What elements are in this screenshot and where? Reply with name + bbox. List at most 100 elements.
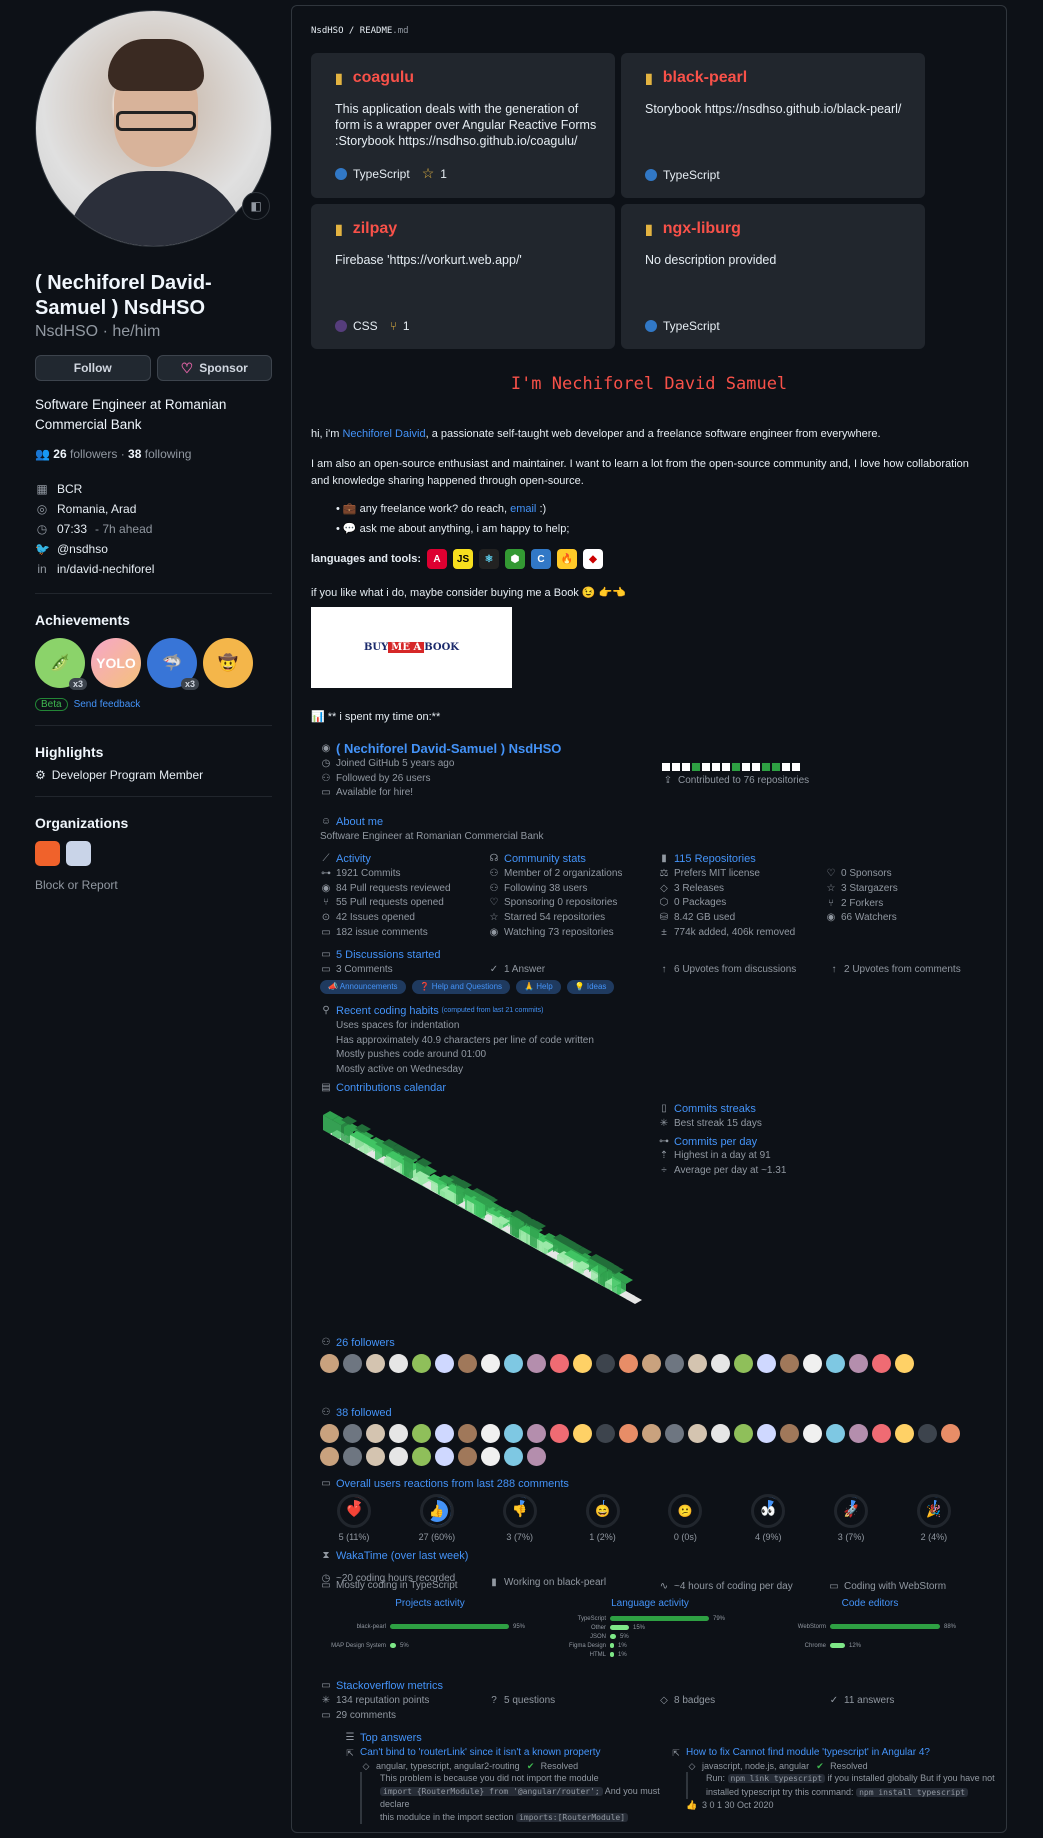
user-avatar[interactable] (872, 1354, 891, 1373)
javascript-icon[interactable]: JS (453, 549, 474, 569)
user-avatar[interactable] (343, 1354, 362, 1373)
user-avatar[interactable] (619, 1424, 638, 1443)
user-avatar[interactable] (619, 1354, 638, 1373)
quickdraw-badge[interactable]: 🤠 (203, 638, 253, 688)
user-avatar[interactable] (757, 1424, 776, 1443)
user-avatar[interactable] (504, 1447, 523, 1466)
block-or-report-link[interactable]: Block or Report (35, 878, 272, 892)
user-avatar[interactable] (711, 1354, 730, 1373)
following-count[interactable]: 38 (128, 447, 141, 461)
followers-label[interactable]: followers (70, 447, 117, 461)
pinned-repo-ngx-liburg[interactable]: ▮ ngx-liburg No description provided Type… (621, 204, 925, 349)
followers-count[interactable]: 26 (53, 447, 66, 461)
user-avatar[interactable] (803, 1354, 822, 1373)
user-avatar[interactable] (458, 1424, 477, 1443)
user-avatar[interactable] (320, 1447, 339, 1466)
user-avatar[interactable] (366, 1447, 385, 1466)
pair-extraordinaire-badge[interactable]: 🫛 x3 (35, 638, 87, 690)
user-avatar[interactable] (458, 1447, 477, 1466)
user-avatar[interactable] (389, 1354, 408, 1373)
answer-title[interactable]: How to fix Cannot find module 'typescrip… (686, 1747, 930, 1760)
avatar[interactable] (35, 10, 272, 247)
achievements-title[interactable]: Achievements (35, 612, 272, 628)
followed-title[interactable]: 38 followed (336, 1406, 392, 1421)
user-avatar[interactable] (642, 1354, 661, 1373)
user-avatar[interactable] (665, 1354, 684, 1373)
user-avatar[interactable] (918, 1424, 937, 1443)
user-avatar[interactable] (849, 1354, 868, 1373)
discussion-tag[interactable]: 📣 Announcements (320, 979, 406, 995)
org-avatar-2[interactable] (66, 841, 91, 866)
user-avatar[interactable] (481, 1354, 500, 1373)
user-avatar[interactable] (780, 1354, 799, 1373)
user-avatar[interactable] (573, 1424, 592, 1443)
user-avatar[interactable] (320, 1354, 339, 1373)
user-avatar[interactable] (389, 1447, 408, 1466)
user-avatar[interactable] (527, 1447, 546, 1466)
yolo-badge[interactable]: YOLO (91, 638, 141, 688)
user-avatar[interactable] (872, 1424, 891, 1443)
user-avatar[interactable] (895, 1354, 914, 1373)
user-avatar[interactable] (366, 1354, 385, 1373)
following-label[interactable]: following (145, 447, 192, 461)
extra-tool-icon[interactable]: ◆ (583, 549, 604, 569)
react-icon[interactable]: ⚛ (479, 549, 500, 569)
user-avatar[interactable] (435, 1447, 454, 1466)
user-avatar[interactable] (389, 1424, 408, 1443)
crumb-file[interactable]: README (360, 26, 393, 36)
org-avatar-1[interactable] (35, 841, 60, 866)
user-avatar[interactable] (849, 1424, 868, 1443)
user-avatar[interactable] (435, 1354, 454, 1373)
user-avatar[interactable] (573, 1354, 592, 1373)
user-avatar[interactable] (734, 1354, 753, 1373)
user-avatar[interactable] (941, 1424, 960, 1443)
user-avatar[interactable] (826, 1424, 845, 1443)
user-avatar[interactable] (688, 1354, 707, 1373)
user-avatar[interactable] (780, 1424, 799, 1443)
buy-me-a-book-button[interactable]: BUY ME A BOOK (311, 607, 512, 688)
pinned-repo-coagulu[interactable]: ▮ coagulu This application deals with the… (311, 53, 615, 198)
pinned-repo-zilpay[interactable]: ▮ zilpay Firebase 'https://vorkurt.web.ap… (311, 204, 615, 349)
user-avatar[interactable] (550, 1424, 569, 1443)
user-avatar[interactable] (343, 1447, 362, 1466)
user-avatar[interactable] (596, 1424, 615, 1443)
user-avatar[interactable] (642, 1424, 661, 1443)
angular-icon[interactable]: A (427, 549, 448, 569)
repo-name[interactable]: ngx-liburg (663, 220, 741, 238)
user-avatar[interactable] (711, 1424, 730, 1443)
user-avatar[interactable] (435, 1424, 454, 1443)
user-avatar[interactable] (826, 1354, 845, 1373)
repo-name[interactable]: zilpay (353, 220, 397, 238)
sponsor-button[interactable]: ♡ Sponsor (156, 355, 272, 381)
user-avatar[interactable] (504, 1354, 523, 1373)
intro-link[interactable]: Nechiforel Daivid (342, 428, 425, 440)
user-avatar[interactable] (527, 1354, 546, 1373)
user-avatar[interactable] (343, 1424, 362, 1443)
user-avatar[interactable] (734, 1424, 753, 1443)
user-avatar[interactable] (412, 1447, 431, 1466)
nodejs-icon[interactable]: ⬢ (505, 549, 526, 569)
user-avatar[interactable] (895, 1424, 914, 1443)
linkedin-link[interactable]: in/david-nechiforel (57, 562, 154, 576)
pull-shark-badge[interactable]: 🦈 x3 (147, 638, 199, 690)
user-avatar[interactable] (688, 1424, 707, 1443)
set-status-icon[interactable]: ◧ (242, 192, 270, 220)
repo-name[interactable]: black-pearl (663, 69, 747, 87)
user-avatar[interactable] (366, 1424, 385, 1443)
user-avatar[interactable] (757, 1354, 776, 1373)
discussion-tag[interactable]: ❓ Help and Questions (411, 979, 511, 995)
typescript-icon[interactable]: C (531, 549, 552, 569)
answer-title[interactable]: Can't bind to 'routerLink' since it isn'… (360, 1747, 601, 1760)
user-avatar[interactable] (803, 1424, 822, 1443)
followers-title[interactable]: 26 followers (336, 1336, 395, 1351)
user-avatar[interactable] (481, 1424, 500, 1443)
user-avatar[interactable] (320, 1424, 339, 1443)
user-avatar[interactable] (458, 1354, 477, 1373)
metrics-name[interactable]: ( Nechiforel David-Samuel ) NsdHSO (336, 741, 561, 757)
user-avatar[interactable] (527, 1424, 546, 1443)
user-avatar[interactable] (596, 1354, 615, 1373)
discussion-tag[interactable]: 💡 Ideas (566, 979, 615, 995)
firebase-icon[interactable]: 🔥 (557, 549, 578, 569)
email-link[interactable]: email (510, 503, 536, 515)
user-avatar[interactable] (412, 1354, 431, 1373)
